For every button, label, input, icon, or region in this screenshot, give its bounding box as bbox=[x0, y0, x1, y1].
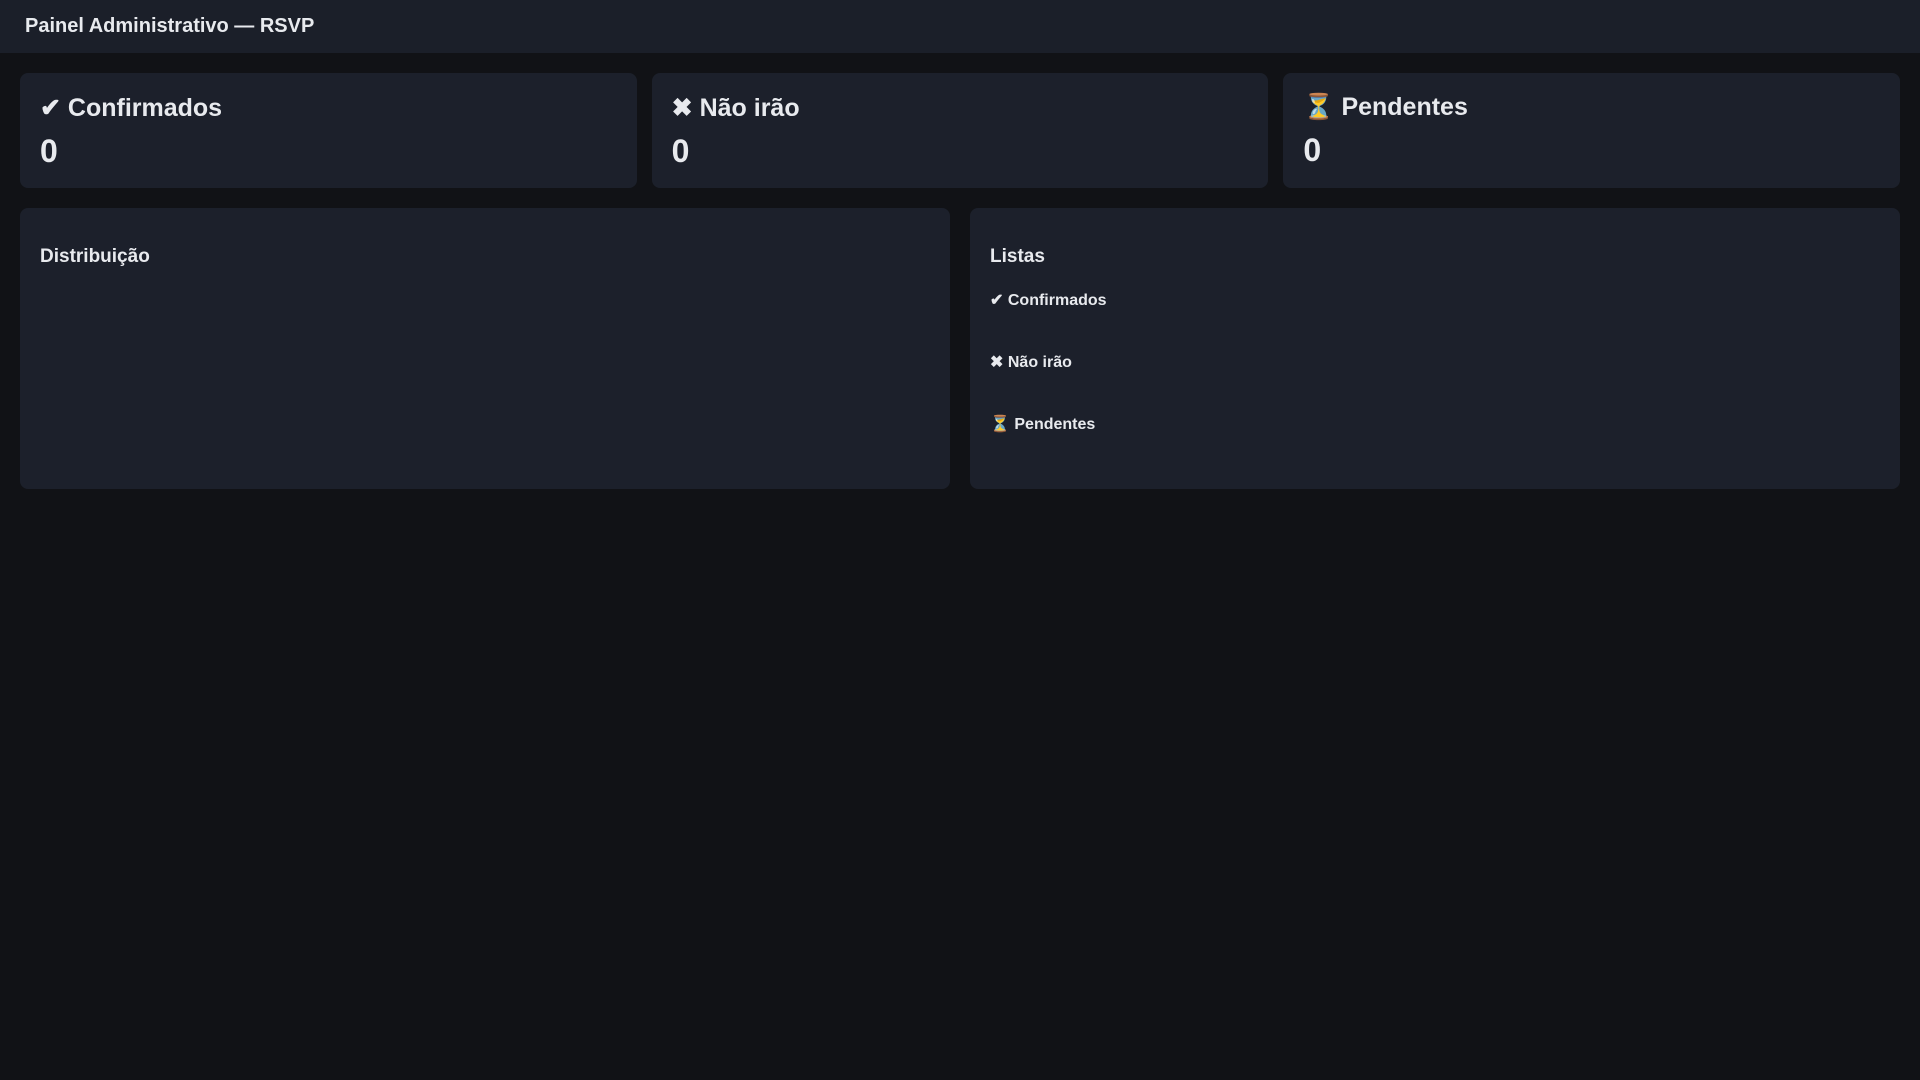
stat-label: Não irão bbox=[699, 94, 800, 122]
list-confirmed: ✔ Confirmados bbox=[990, 290, 1880, 352]
list-label: Pendentes bbox=[1014, 416, 1096, 433]
cross-icon: ✖ bbox=[671, 94, 693, 122]
hourglass-icon: ⏳ bbox=[1303, 93, 1335, 121]
stat-card-declined: ✖ Não irão 0 bbox=[651, 73, 1269, 188]
list-pending: ⏳ Pendentes bbox=[990, 414, 1880, 476]
stat-value: 0 bbox=[40, 133, 58, 169]
distribution-title: Distribuição bbox=[40, 246, 150, 267]
hourglass-icon: ⏳ bbox=[990, 416, 1010, 433]
cross-icon: ✖ bbox=[990, 354, 1004, 371]
stat-label: Confirmados bbox=[67, 94, 223, 122]
stat-label: Pendentes bbox=[1341, 93, 1468, 121]
list-label: Confirmados bbox=[1007, 292, 1107, 309]
distribution-panel: Distribuição bbox=[20, 208, 950, 489]
lists-panel: Listas ✔ Confirmados ✖ Não irão ⏳ Penden… bbox=[970, 208, 1900, 489]
top-header: Painel Administrativo — RSVP bbox=[0, 0, 1920, 53]
check-icon: ✔ bbox=[990, 292, 1004, 309]
lists-title: Listas bbox=[990, 246, 1045, 267]
list-declined: ✖ Não irão bbox=[990, 352, 1880, 414]
stat-card-confirmed: ✔ Confirmados 0 bbox=[20, 73, 637, 188]
stats-row: ✔ Confirmados 0 ✖ Não irão 0 ⏳ Pendentes… bbox=[0, 53, 1920, 188]
stat-value: 0 bbox=[1303, 132, 1322, 168]
page-title: Painel Administrativo — RSVP bbox=[25, 15, 315, 37]
list-label: Não irão bbox=[1007, 354, 1072, 371]
stat-card-pending: ⏳ Pendentes 0 bbox=[1283, 73, 1901, 188]
check-icon: ✔ bbox=[40, 94, 61, 122]
stat-value: 0 bbox=[671, 133, 690, 169]
